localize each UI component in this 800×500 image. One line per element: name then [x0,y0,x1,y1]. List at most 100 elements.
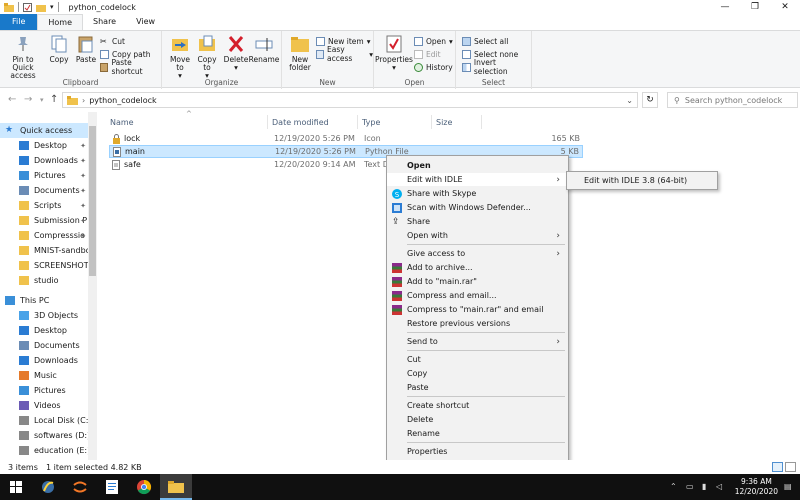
menu-item-cut[interactable]: Cut [387,353,568,366]
menu-item-rename[interactable]: Rename [387,427,568,440]
menu-item-send-to[interactable]: Send to › [387,335,568,348]
edit-button[interactable]: Edit [414,48,441,60]
nav-quick-item[interactable]: Downloads ✦ [0,153,88,168]
menu-item-copy[interactable]: Copy [387,367,568,380]
details-view-button[interactable] [772,462,783,472]
column-header-size[interactable]: Size [432,115,482,129]
nav-pc-item[interactable]: Downloads [0,353,88,368]
nav-pc-item[interactable]: 3D Objects [0,308,88,323]
nav-pc-item[interactable]: education (E:) [0,443,88,458]
volume-icon[interactable]: ◁ [716,482,722,491]
move-to-button[interactable]: Move to ▾ [168,34,192,80]
nav-quick-item[interactable]: SCREENSHOTS [0,258,88,273]
nav-pc-item[interactable]: softwares (D:) [0,428,88,443]
tab-view[interactable]: View [126,14,165,30]
menu-item-edit-with-idle[interactable]: Edit with IDLE › [387,173,568,186]
column-header-name[interactable]: Name [106,115,268,129]
nav-quick-item[interactable]: Submission P ✦ [0,213,88,228]
chevron-down-icon[interactable]: ⌄ [626,96,633,105]
easy-access-button[interactable]: Easy access ▾ [316,45,373,63]
large-icons-view-button[interactable] [785,462,796,472]
taskbar-app-jupyter[interactable] [64,474,96,500]
menu-item-scan-defender[interactable]: Scan with Windows Defender... [387,201,568,214]
nav-quick-item[interactable]: MNIST-sandbox [0,243,88,258]
chevron-down-icon[interactable]: ▾ [50,3,54,11]
nav-pc-item[interactable]: Documents [0,338,88,353]
recent-locations-chevron-icon[interactable]: ▾ [40,96,44,104]
address-field[interactable]: › python_codelock ⌄ [62,92,638,108]
paste-button[interactable]: Paste [74,34,98,64]
menu-item-compress-email[interactable]: Compress and email... [387,289,568,302]
menu-item-paste[interactable]: Paste [387,381,568,394]
menu-item-open-with[interactable]: Open with › [387,229,568,242]
start-button[interactable] [0,474,32,500]
delete-button[interactable]: Delete ▾ [224,34,248,72]
nav-pc-item[interactable]: Videos [0,398,88,413]
battery-icon[interactable]: ▮ [702,482,706,491]
taskbar-app-chrome[interactable] [128,474,160,500]
taskbar-app-python[interactable] [32,474,64,500]
minimize-button[interactable]: — [710,0,740,14]
scrollbar-thumb[interactable] [89,126,96,276]
taskbar-app-file-explorer[interactable] [160,474,192,500]
nav-quick-item[interactable]: Documents ✦ [0,183,88,198]
copy-to-button[interactable]: Copy to ▾ [195,34,219,80]
nav-pc-item[interactable]: Pictures [0,383,88,398]
invert-selection-button[interactable]: Invert selection [462,58,531,76]
nav-quick-item[interactable]: Desktop ✦ [0,138,88,153]
menu-item-open[interactable]: Open [387,159,568,172]
new-folder-button[interactable]: New folder [286,34,314,72]
tab-file[interactable]: File [0,14,38,30]
column-header-type[interactable]: Type [358,115,432,129]
pin-quick-access-button[interactable]: Pin to Quick access [4,34,42,80]
copy-button[interactable]: Copy [46,34,72,64]
file-row[interactable]: lock 12/19/2020 5:26 PM Icon 165 KB [109,132,583,145]
open-button[interactable]: Open ▾ [414,35,453,47]
tab-share[interactable]: Share [83,14,126,30]
menu-item-compress-rar-email[interactable]: Compress to "main.rar" and email [387,303,568,316]
taskbar-app-writer[interactable] [96,474,128,500]
nav-quick-access[interactable]: ★ Quick access [0,123,88,138]
menu-item-properties[interactable]: Properties [387,445,568,458]
back-arrow-icon[interactable]: ← [8,94,16,105]
tab-home[interactable]: Home [37,14,84,30]
submenu-edit-with-idle[interactable]: Edit with IDLE 3.8 (64-bit) [566,171,718,190]
new-folder-icon[interactable] [36,3,46,12]
nav-pc-item[interactable]: Local Disk (C:) [0,413,88,428]
nav-quick-item[interactable]: studio [0,273,88,288]
column-header-date[interactable]: Date modified [268,115,358,129]
search-input[interactable]: ⚲ Search python_codelock [667,92,798,108]
menu-item-delete[interactable]: Delete [387,413,568,426]
up-arrow-icon[interactable]: ↑ [50,94,58,105]
nav-quick-item[interactable]: Scripts ✦ [0,198,88,213]
refresh-button[interactable]: ↻ [642,92,658,108]
cut-button[interactable]: ✂ Cut [100,35,125,47]
menu-item-share[interactable]: ⇪ Share [387,215,568,228]
properties-button[interactable]: Properties ▾ [375,34,413,72]
nav-quick-item[interactable]: Pictures ✦ [0,168,88,183]
close-button[interactable]: ✕ [770,0,800,14]
select-all-button[interactable]: Select all [462,35,508,47]
chevron-up-icon[interactable]: ⌃ [670,482,677,491]
menu-item-create-shortcut[interactable]: Create shortcut [387,399,568,412]
menu-item-add-archive[interactable]: Add to archive... [387,261,568,274]
menu-item-share-skype[interactable]: S Share with Skype [387,187,568,200]
rename-button[interactable]: Rename [249,34,279,64]
history-button[interactable]: History [414,61,453,73]
menu-item-give-access[interactable]: Give access to › [387,247,568,260]
menu-item-add-rar[interactable]: Add to "main.rar" [387,275,568,288]
breadcrumb-current[interactable]: python_codelock [89,96,156,105]
nav-pc-item[interactable]: Music [0,368,88,383]
nav-pane-scrollbar[interactable] [88,112,97,460]
menu-item-restore-versions[interactable]: Restore previous versions [387,317,568,330]
notification-icon[interactable]: ▤ [784,482,792,491]
forward-arrow-icon[interactable]: → [24,94,32,105]
network-icon[interactable]: ▭ [686,482,694,491]
submenu-item-idle-64[interactable]: Edit with IDLE 3.8 (64-bit) [584,176,687,185]
nav-quick-item[interactable]: Compresssio ✦ [0,228,88,243]
nav-pc-item[interactable]: Desktop [0,323,88,338]
taskbar-clock[interactable]: 9:36 AM 12/20/2020 [735,477,778,497]
paste-shortcut-button[interactable]: Paste shortcut [100,58,161,76]
nav-this-pc[interactable]: This PC [0,293,88,308]
maximize-button[interactable]: ❐ [740,0,770,14]
